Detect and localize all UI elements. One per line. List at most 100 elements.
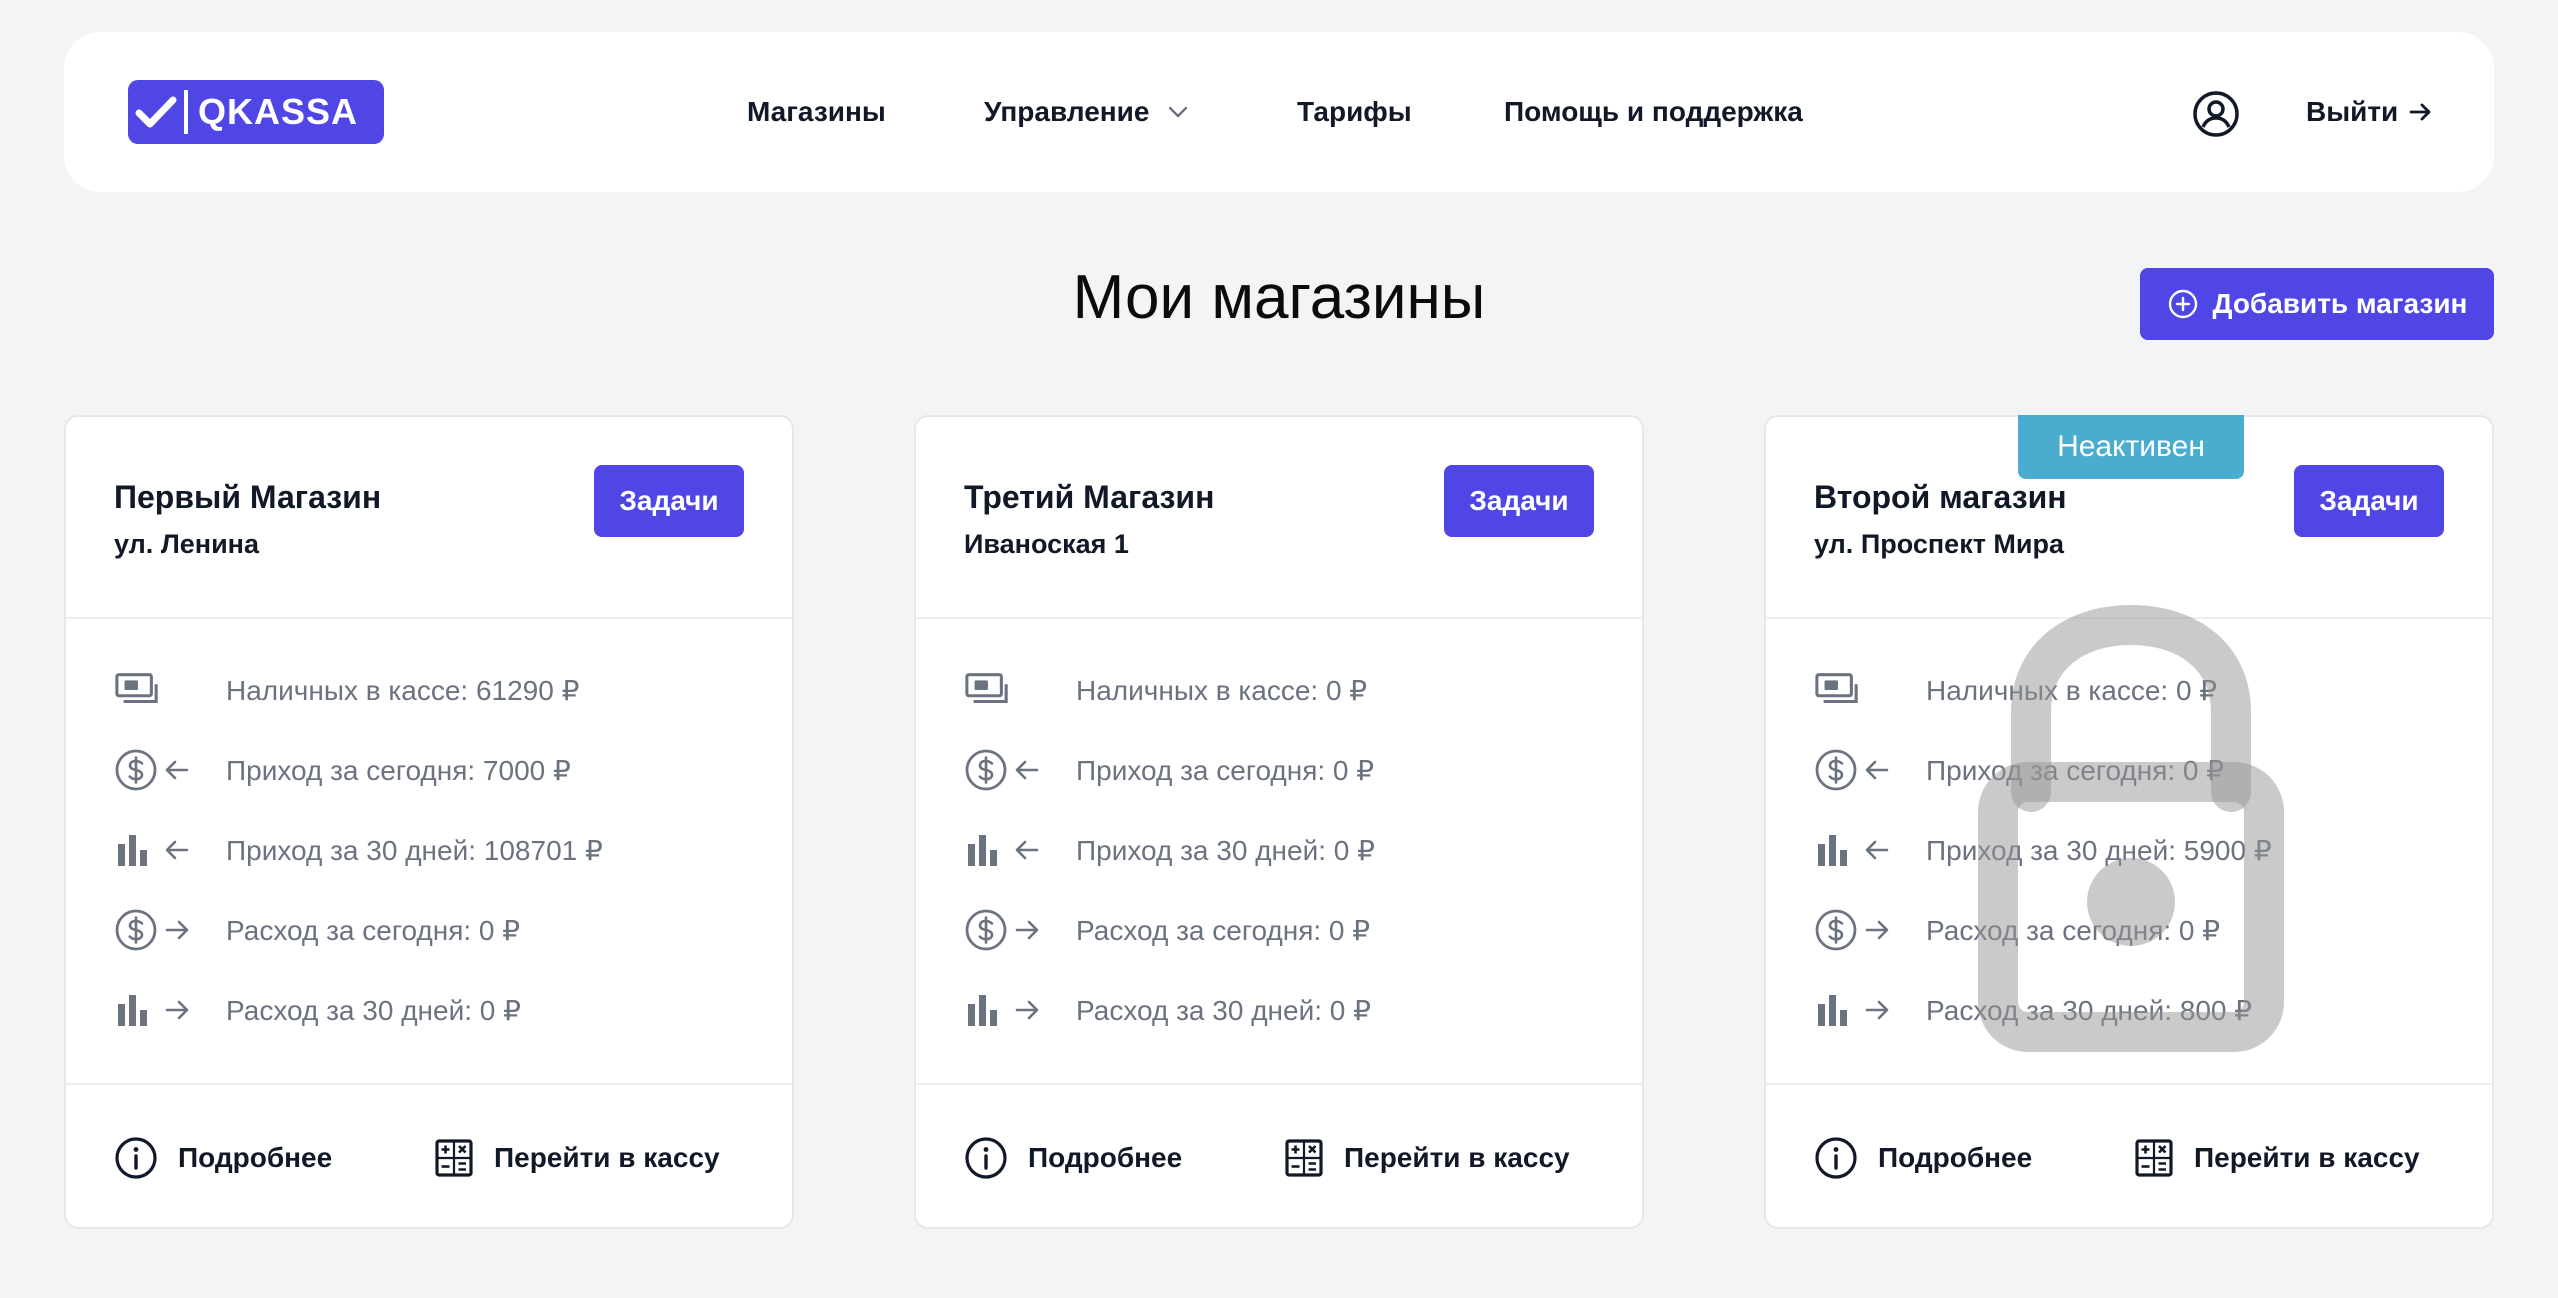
logout-label: Выйти [2306,96,2399,127]
stat-expense-today: Расход за сегодня: 0 ₽ [1926,914,2221,946]
income-month-icon [1814,825,1926,875]
stat-row-income-today: Приход за сегодня: 0 ₽ [964,745,1374,795]
expense-today-icon [114,905,226,955]
stat-expense-month: Расход за 30 дней: 0 ₽ [226,994,521,1026]
store-card-header: Третий Магазин Иваноская 1 Задачи [916,417,1642,619]
cash-icon [1814,665,1926,715]
go-to-register-link[interactable]: Перейти в кассу [434,1085,720,1231]
stat-expense-today: Расход за сегодня: 0 ₽ [226,914,521,946]
stat-expense-today: Расход за сегодня: 0 ₽ [1076,914,1371,946]
stat-expense-month: Расход за 30 дней: 800 ₽ [1926,994,2253,1026]
stat-income-today: Приход за сегодня: 0 ₽ [1926,754,2225,786]
add-store-label: Добавить магазин [2212,288,2468,319]
stat-row-cash: Наличных в кассе: 61290 ₽ [114,665,579,715]
stat-expense-month: Расход за 30 дней: 0 ₽ [1076,994,1371,1026]
go-to-register-label: Перейти в кассу [494,1142,720,1173]
stat-row-income-month: Приход за 30 дней: 108701 ₽ [114,825,603,875]
income-today-icon [1814,745,1926,795]
stat-income-today: Приход за сегодня: 7000 ₽ [226,754,571,786]
plus-circle-icon [2167,288,2199,320]
calculator-icon [434,1138,474,1178]
expense-month-icon [114,985,226,1035]
details-link[interactable]: Подробнее [114,1085,332,1231]
stat-row-income-month: Приход за 30 дней: 5900 ₽ [1814,825,2272,875]
stat-row-expense-month: Расход за 30 дней: 0 ₽ [964,985,1371,1035]
nav-item-help[interactable]: Помощь и поддержка [1504,96,1803,128]
nav-item-management[interactable]: Управление [984,96,1191,128]
store-card-footer: Подробнее Перейти в кассу [916,1085,1642,1231]
cash-icon [114,665,226,715]
store-card-footer: Подробнее Перейти в кассу [1766,1085,2492,1231]
nav-item-tariffs[interactable]: Тарифы [1297,96,1412,128]
store-name: Первый Магазин [114,479,382,515]
store-stats: Наличных в кассе: 0 ₽ Приход за сегодня:… [916,619,1642,1085]
store-address: ул. Проспект Мира [1814,529,2065,559]
stat-row-expense-month: Расход за 30 дней: 800 ₽ [1814,985,2252,1035]
stat-income-month: Приход за 30 дней: 0 ₽ [1076,834,1375,866]
stat-row-cash: Наличных в кассе: 0 ₽ [1814,665,2217,715]
stat-income-month: Приход за 30 дней: 5900 ₽ [1926,834,2272,866]
stat-row-expense-today: Расход за сегодня: 0 ₽ [964,905,1370,955]
expense-today-icon [964,905,1076,955]
stat-income-month: Приход за 30 дней: 108701 ₽ [226,834,603,866]
info-icon [964,1136,1008,1180]
stat-cash: Наличных в кассе: 0 ₽ [1076,674,1368,706]
go-to-register-link[interactable]: Перейти в кассу [1284,1085,1570,1231]
store-card: Первый Магазин ул. Ленина Задачи Наличны… [64,415,794,1229]
expense-month-icon [964,985,1076,1035]
store-card-header: Первый Магазин ул. Ленина Задачи [66,417,792,619]
stat-row-expense-today: Расход за сегодня: 0 ₽ [114,905,520,955]
expense-month-icon [1814,985,1926,1035]
nav-item-stores[interactable]: Магазины [747,96,886,128]
tasks-button[interactable]: Задачи [2294,465,2444,537]
store-stats: Наличных в кассе: 0 ₽ Приход за сегодня:… [1766,619,2492,1085]
calculator-icon [1284,1138,1324,1178]
nav-item-management-label: Управление [984,96,1150,127]
cash-icon [964,665,1076,715]
store-card-footer: Подробнее Перейти в кассу [66,1085,792,1231]
income-month-icon [114,825,226,875]
expense-today-icon [1814,905,1926,955]
go-to-register-link[interactable]: Перейти в кассу [2134,1085,2420,1231]
stat-row-cash: Наличных в кассе: 0 ₽ [964,665,1367,715]
tasks-button[interactable]: Задачи [1444,465,1594,537]
store-address: ул. Ленина [114,529,260,559]
details-link[interactable]: Подробнее [964,1085,1182,1231]
stat-row-income-month: Приход за 30 дней: 0 ₽ [964,825,1375,875]
details-link[interactable]: Подробнее [1814,1085,2032,1231]
calculator-icon [2134,1138,2174,1178]
arrow-right-icon [2408,99,2434,125]
details-label: Подробнее [178,1142,333,1173]
store-name: Третий Магазин [964,479,1215,515]
go-to-register-label: Перейти в кассу [2194,1142,2420,1173]
info-icon [114,1136,158,1180]
logo-text: QKASSA [198,91,359,132]
stat-cash: Наличных в кассе: 0 ₽ [1926,674,2218,706]
stat-row-income-today: Приход за сегодня: 7000 ₽ [114,745,571,795]
top-navbar: QKASSA Магазины Управление Тарифы Помощь… [64,32,2494,192]
stat-income-today: Приход за сегодня: 0 ₽ [1076,754,1375,786]
store-name: Второй магазин [1814,479,2067,515]
store-card: Третий Магазин Иваноская 1 Задачи Наличн… [914,415,1644,1229]
store-address: Иваноская 1 [964,529,1129,559]
logo-divider [184,90,188,134]
checkmark-icon [128,80,184,144]
go-to-register-label: Перейти в кассу [1344,1142,1570,1173]
user-profile-icon[interactable] [2192,90,2240,143]
tasks-button[interactable]: Задачи [594,465,744,537]
chevron-down-icon [1165,102,1191,122]
logout-button[interactable]: Выйти [2306,32,2434,192]
details-label: Подробнее [1878,1142,2033,1173]
qkassa-logo[interactable]: QKASSA [128,80,384,144]
income-today-icon [114,745,226,795]
stat-row-expense-today: Расход за сегодня: 0 ₽ [1814,905,2220,955]
details-label: Подробнее [1028,1142,1183,1173]
stat-row-expense-month: Расход за 30 дней: 0 ₽ [114,985,521,1035]
inactive-status-badge: Неактивен [2018,415,2244,479]
store-card-inactive: Второй магазин ул. Проспект Мира Задачи … [1764,415,2494,1229]
store-stats: Наличных в кассе: 61290 ₽ Приход за сего… [66,619,792,1085]
add-store-button[interactable]: Добавить магазин [2140,268,2494,340]
income-today-icon [964,745,1076,795]
stat-row-income-today: Приход за сегодня: 0 ₽ [1814,745,2224,795]
income-month-icon [964,825,1076,875]
